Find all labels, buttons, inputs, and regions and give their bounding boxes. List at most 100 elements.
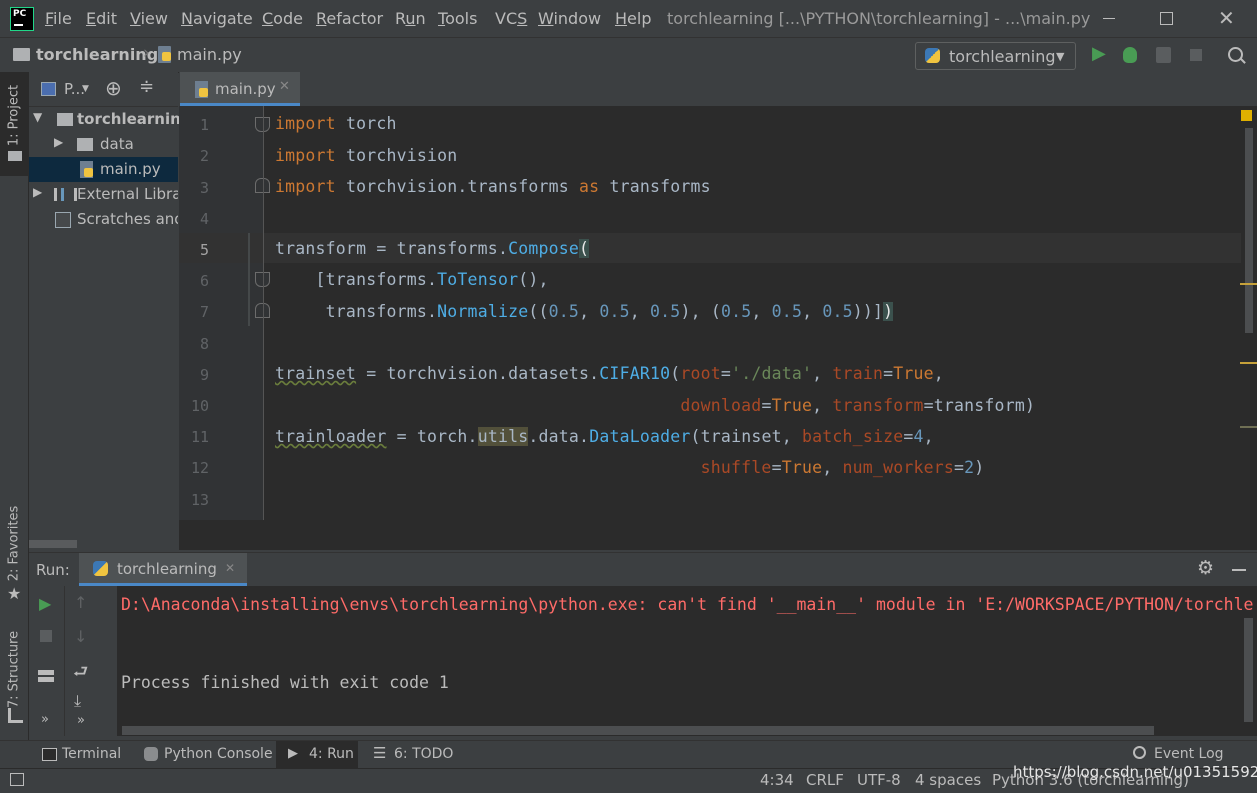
python-icon bbox=[925, 48, 940, 63]
warning-marker[interactable] bbox=[1240, 283, 1257, 285]
run-with-coverage-icon[interactable] bbox=[1156, 47, 1171, 63]
code-line: import torch bbox=[275, 114, 397, 133]
layout-icon[interactable] bbox=[38, 670, 54, 682]
breadcrumb-file[interactable]: main.py bbox=[177, 45, 242, 64]
breadcrumb-project[interactable]: torchlearning bbox=[36, 45, 158, 64]
search-icon[interactable] bbox=[1228, 47, 1246, 64]
project-view-icon bbox=[41, 82, 56, 96]
structure-tab-label: 7: Structure bbox=[6, 630, 22, 709]
editor-scrollbar[interactable] bbox=[1245, 128, 1253, 333]
python-console-tab[interactable]: Python Console bbox=[135, 741, 273, 769]
code-line: import torchvision bbox=[275, 146, 458, 165]
close-tab-icon[interactable]: ✕ bbox=[225, 561, 235, 575]
tree-item-label: Scratches and bbox=[77, 210, 178, 228]
more-icon[interactable]: » bbox=[77, 713, 85, 728]
menu-file[interactable]: File bbox=[45, 9, 72, 28]
structure-tool-tab[interactable]: 7: Structure bbox=[0, 622, 28, 723]
todo-tab[interactable]: ☰ 6: TODO bbox=[364, 741, 459, 769]
arrow-up-icon[interactable]: ↑ bbox=[74, 593, 87, 612]
scroll-to-end-icon[interactable]: ⤓ bbox=[74, 691, 81, 711]
status-bar: 4:34 CRLF UTF-8 4 spaces Python 3.6 (tor… bbox=[0, 763, 1257, 793]
tree-item[interactable]: Scratches and bbox=[29, 207, 178, 232]
line-number: 6 bbox=[199, 272, 209, 290]
editor-tab-main-py[interactable]: main.py ✕ bbox=[180, 72, 300, 106]
change-marker bbox=[248, 233, 250, 326]
menu-window[interactable]: Window bbox=[538, 9, 601, 28]
console-horizontal-scrollbar[interactable] bbox=[122, 726, 1154, 735]
caret-position[interactable]: 4:34 bbox=[760, 771, 794, 789]
locate-icon[interactable]: ⊕ bbox=[105, 76, 122, 100]
folder-icon bbox=[8, 151, 22, 161]
code-editor[interactable] bbox=[179, 106, 1257, 550]
code-line: trainset = torchvision.datasets.CIFAR10(… bbox=[275, 364, 944, 383]
run-config-select[interactable]: torchlearning ▼ bbox=[915, 42, 1076, 70]
console-exit-line: Process finished with exit code 1 bbox=[121, 673, 449, 692]
line-separator[interactable]: CRLF bbox=[806, 771, 844, 789]
terminal-tab-label: Terminal bbox=[62, 746, 122, 762]
hide-panel-icon[interactable] bbox=[1232, 569, 1246, 571]
run-icon[interactable]: ▶ bbox=[1092, 43, 1106, 64]
menu-refactor[interactable]: Refactor bbox=[316, 9, 383, 28]
soft-wrap-icon[interactable]: ⮐ bbox=[73, 659, 88, 688]
menu-view[interactable]: View bbox=[130, 9, 168, 28]
tree-item[interactable]: ▼ torchlearning bbox=[29, 107, 192, 132]
line-number: 12 bbox=[190, 459, 209, 477]
run-tool-tab-label: 4: Run bbox=[309, 746, 354, 762]
warning-marker[interactable] bbox=[1240, 362, 1257, 364]
project-tool-tab[interactable]: 1: Project bbox=[0, 72, 28, 176]
editor-tab-bar: main.py ✕ bbox=[179, 72, 1257, 107]
favorites-tool-tab[interactable]: 2: Favorites ★ bbox=[0, 502, 28, 603]
inspection-status-icon[interactable] bbox=[1241, 110, 1252, 121]
rerun-icon[interactable]: ▶ bbox=[39, 594, 51, 613]
folder-icon bbox=[57, 113, 73, 126]
stop-icon[interactable] bbox=[1190, 49, 1202, 61]
menu-edit[interactable]: Edit bbox=[86, 9, 117, 28]
editor-gutter: 1 2 3 4 5 6 7 8 9 10 11 12 13 bbox=[179, 106, 270, 520]
run-tool-tab[interactable]: ▶ 4: Run bbox=[276, 741, 358, 769]
file-encoding[interactable]: UTF-8 bbox=[857, 771, 901, 789]
stop-icon[interactable] bbox=[40, 630, 52, 642]
menu-vcs[interactable]: VCS bbox=[495, 9, 527, 28]
line-numbers: 1 2 3 4 5 6 7 8 9 10 11 12 13 bbox=[179, 106, 215, 520]
project-panel: P... ▼ ⊕ ≑ ▼ torchlearning ▶ data main.p… bbox=[29, 72, 192, 550]
library-icon bbox=[54, 188, 77, 201]
more-icon[interactable]: » bbox=[41, 712, 49, 727]
run-console[interactable]: D:\Anaconda\installing\envs\torchlearnin… bbox=[117, 586, 1257, 736]
project-tool-tab-label: 1: Project bbox=[6, 84, 22, 147]
tree-item-selected[interactable]: main.py bbox=[29, 157, 178, 182]
gear-icon[interactable]: ⚙ bbox=[1197, 557, 1214, 579]
warning-marker[interactable] bbox=[1240, 426, 1257, 428]
maximize-icon[interactable] bbox=[1160, 12, 1173, 25]
console-vertical-scrollbar[interactable] bbox=[1244, 618, 1253, 722]
run-tab[interactable]: torchlearning ✕ bbox=[79, 553, 247, 586]
terminal-tab[interactable]: Terminal bbox=[30, 741, 128, 769]
menu-navigate[interactable]: Navigate bbox=[181, 9, 253, 28]
terminal-icon bbox=[42, 748, 57, 761]
run-icon: ▶ bbox=[288, 746, 298, 761]
close-tab-icon[interactable]: ✕ bbox=[279, 79, 290, 94]
event-log-icon bbox=[1133, 746, 1146, 759]
menu-code[interactable]: Code bbox=[262, 9, 303, 28]
arrow-down-icon[interactable]: ↓ bbox=[74, 627, 87, 646]
indent-setting[interactable]: 4 spaces bbox=[915, 771, 981, 789]
breadcrumb-separator-icon: › bbox=[143, 43, 150, 63]
editor-tab-label: main.py bbox=[215, 80, 276, 98]
run-config-label: torchlearning bbox=[949, 47, 1056, 66]
scratches-icon bbox=[55, 212, 71, 228]
debug-icon[interactable] bbox=[1123, 47, 1137, 63]
menu-help[interactable]: Help bbox=[615, 9, 651, 28]
tree-item-label: data bbox=[100, 135, 134, 153]
line-number: 3 bbox=[199, 179, 209, 197]
close-icon[interactable]: ✕ bbox=[1218, 6, 1235, 30]
project-panel-header: P... ▼ ⊕ ≑ bbox=[29, 72, 178, 107]
menu-run[interactable]: Run bbox=[395, 9, 426, 28]
collapse-all-icon[interactable]: ≑ bbox=[139, 76, 154, 97]
expand-arrow-icon: ▶ bbox=[54, 135, 64, 149]
minimize-icon[interactable] bbox=[1103, 18, 1115, 19]
menu-tools[interactable]: Tools bbox=[438, 9, 477, 28]
horizontal-scrollbar[interactable] bbox=[29, 540, 77, 548]
python-file-icon bbox=[80, 161, 93, 178]
toggle-tool-windows-icon[interactable] bbox=[10, 773, 24, 786]
tree-item[interactable]: ▶ External Librar bbox=[29, 182, 178, 207]
tree-item[interactable]: ▶ data bbox=[29, 132, 178, 157]
